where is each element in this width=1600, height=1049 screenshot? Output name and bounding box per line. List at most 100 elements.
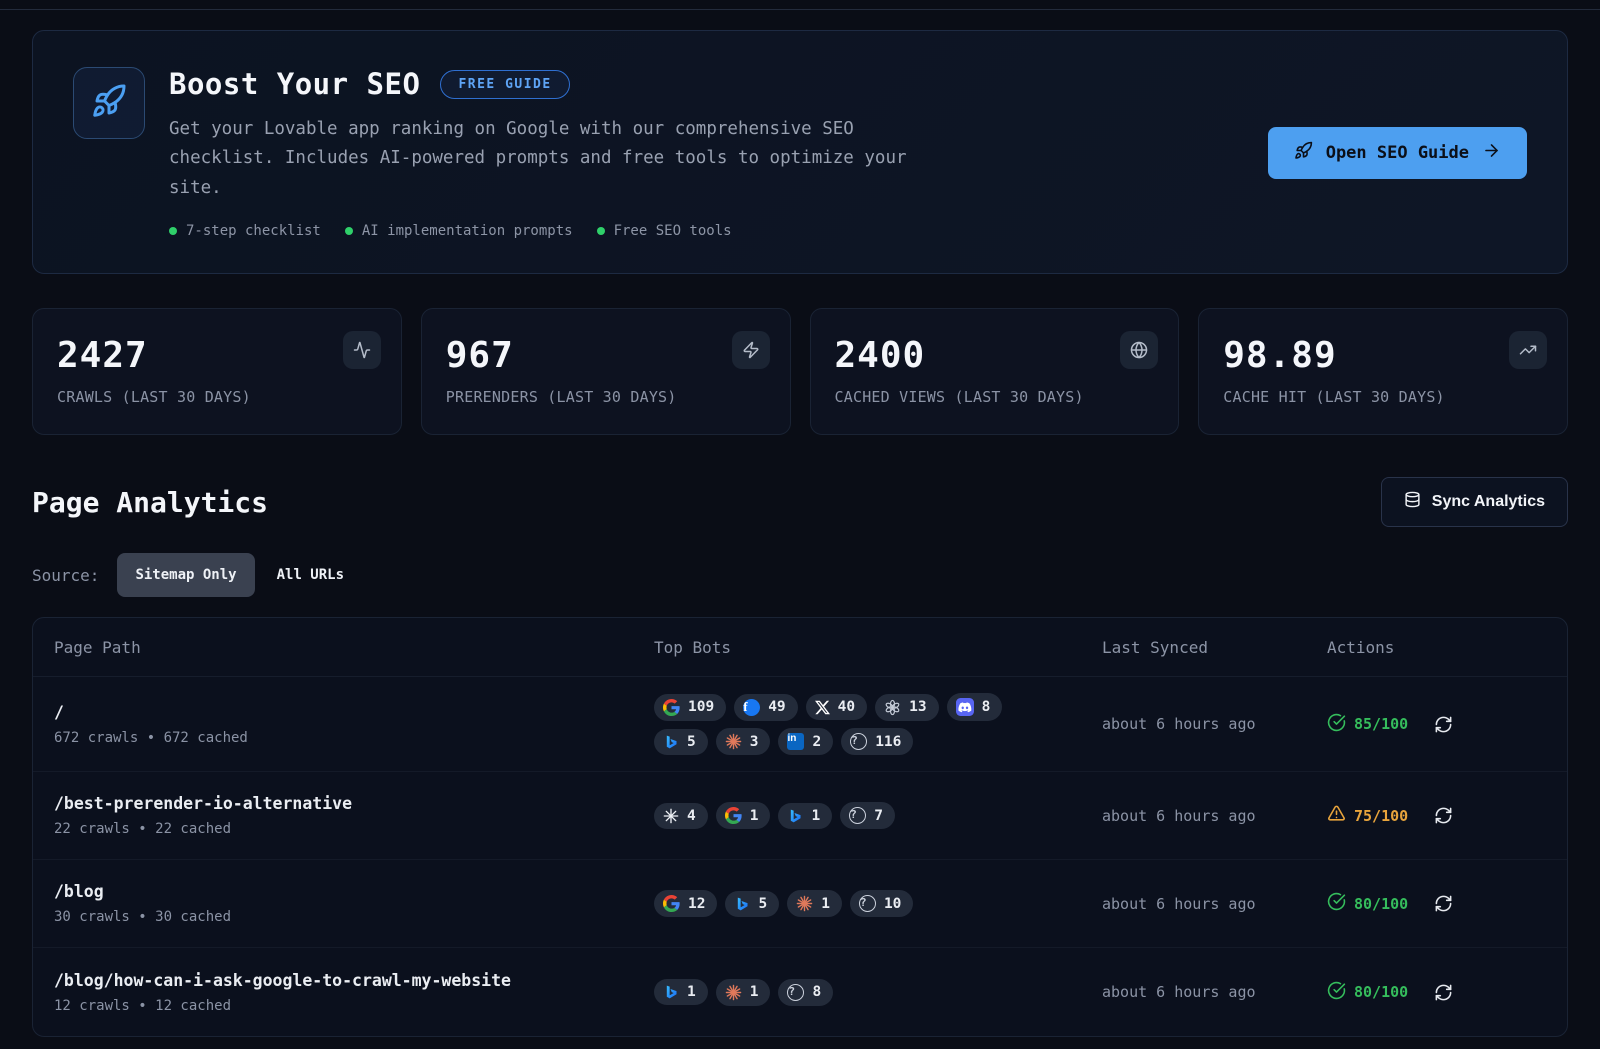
page-path: /blog/how-can-i-ask-google-to-crawl-my-w… (54, 971, 654, 990)
stat-label: CRAWLS (LAST 30 DAYS) (57, 388, 377, 406)
arrow-right-icon (1482, 141, 1501, 165)
page-path: /blog (54, 882, 654, 901)
bot-badge-bing: 5 (725, 891, 779, 917)
free-guide-badge: FREE GUIDE (440, 70, 569, 99)
page-analytics-table: Page Path Top Bots Last Synced Actions /… (32, 617, 1568, 1037)
seo-score: 80/100 (1327, 981, 1408, 1004)
stat-label: CACHE HIT (LAST 30 DAYS) (1223, 388, 1543, 406)
last-synced: about 6 hours ago (1102, 715, 1327, 733)
page-path-cell: /blog/how-can-i-ask-google-to-crawl-my-w… (54, 971, 654, 1014)
last-synced: about 6 hours ago (1102, 807, 1327, 825)
stat-card: 967 PRERENDERS (LAST 30 DAYS) (421, 308, 791, 435)
stat-card: 2400 CACHED VIEWS (LAST 30 DAYS) (810, 308, 1180, 435)
table-row[interactable]: / 672 crawls • 672 cached 109f494013853i… (33, 677, 1567, 772)
source-label: Source: (32, 566, 99, 585)
banner-description: Get your Lovable app ranking on Google w… (169, 115, 929, 203)
crawl-meta: 672 crawls • 672 cached (54, 730, 654, 746)
cta-label: Open SEO Guide (1326, 143, 1469, 163)
refresh-button[interactable] (1434, 806, 1453, 825)
table-row[interactable]: /best-prerender-io-alternative 22 crawls… (33, 772, 1567, 860)
actions-cell: 85/100 (1327, 713, 1567, 736)
score-value: 75/100 (1354, 807, 1408, 825)
bot-badge-google: 12 (654, 890, 717, 917)
banner-feature: AI implementation prompts (345, 223, 573, 239)
bot-badge-facebook: f49 (734, 694, 797, 721)
bot-count: 10 (884, 896, 901, 912)
sync-analytics-label: Sync Analytics (1432, 493, 1545, 511)
bot-badge-google: 1 (716, 802, 771, 829)
bot-badges: 11?8 (654, 979, 1059, 1006)
page-path-cell: /blog 30 crawls • 30 cached (54, 882, 654, 925)
stat-value: 967 (446, 335, 766, 376)
actions-cell: 80/100 (1327, 981, 1567, 1004)
bot-badge-other: ?8 (778, 979, 833, 1006)
banner-title: Boost Your SEO (169, 67, 420, 101)
crawl-meta: 30 crawls • 30 cached (54, 909, 654, 925)
top-divider (0, 0, 1600, 10)
seo-score: 80/100 (1327, 892, 1408, 915)
stat-label: PRERENDERS (LAST 30 DAYS) (446, 388, 766, 406)
bot-badges: 4 1 1 ?7 (654, 802, 1059, 829)
stat-label: CACHED VIEWS (LAST 30 DAYS) (835, 388, 1155, 406)
source-row: Source: Sitemap OnlyAll URLs (32, 553, 1568, 597)
stat-value: 98.89 (1223, 335, 1543, 376)
table-header: Page Path Top Bots Last Synced Actions (33, 618, 1567, 677)
bot-badge-bing: 5 (654, 729, 708, 755)
sync-analytics-button[interactable]: Sync Analytics (1381, 477, 1568, 527)
green-dot-icon (169, 227, 177, 235)
seo-banner: Boost Your SEO FREE GUIDE Get your Lovab… (32, 30, 1568, 274)
page-path-cell: /best-prerender-io-alternative 22 crawls… (54, 794, 654, 837)
bot-count: 109 (688, 699, 714, 715)
rocket-icon-box (73, 67, 145, 139)
bot-badge-other: ?10 (850, 890, 913, 917)
green-dot-icon (597, 227, 605, 235)
bot-count: 49 (768, 699, 785, 715)
col-header-top-bots: Top Bots (654, 638, 1102, 657)
bot-count: 7 (874, 808, 883, 824)
score-value: 85/100 (1354, 715, 1408, 733)
bot-count: 8 (982, 699, 991, 715)
source-option-sitemap-only[interactable]: Sitemap Only (117, 553, 254, 597)
bot-badge-other: ?7 (840, 802, 895, 829)
banner-feature: 7-step checklist (169, 223, 321, 239)
refresh-button[interactable] (1434, 894, 1453, 913)
bot-badge-google: 109 (654, 694, 726, 721)
bot-badge-perplexity: 4 (654, 803, 708, 829)
bot-count: 2 (812, 734, 821, 750)
banner-feature: Free SEO tools (597, 223, 732, 239)
bot-badge-anthropic: 3 (716, 728, 771, 755)
page-path: /best-prerender-io-alternative (54, 794, 654, 813)
bot-count: 12 (688, 896, 705, 912)
database-icon (1404, 491, 1421, 513)
open-seo-guide-button[interactable]: Open SEO Guide (1268, 127, 1527, 179)
page-analytics-header: Page Analytics Sync Analytics (32, 477, 1568, 527)
last-synced: about 6 hours ago (1102, 895, 1327, 913)
feature-label: Free SEO tools (614, 223, 732, 239)
seo-score: 75/100 (1327, 804, 1408, 827)
page-path-cell: / 672 crawls • 672 cached (54, 703, 654, 746)
rocket-icon (1294, 141, 1313, 165)
source-option-all-urls[interactable]: All URLs (259, 553, 362, 597)
stat-value: 2400 (835, 335, 1155, 376)
bot-badges: 1251?10 (654, 890, 1059, 917)
banner-features: 7-step checklist AI implementation prompt… (169, 223, 1244, 239)
bot-count: 4 (687, 808, 696, 824)
bot-count: 1 (811, 808, 820, 824)
refresh-button[interactable] (1434, 983, 1453, 1002)
bot-badge-other: ?116 (841, 728, 913, 755)
table-row[interactable]: /blog 30 crawls • 30 cached 1251?10 abou… (33, 860, 1567, 948)
warning-triangle-icon (1327, 804, 1346, 827)
bot-count: 1 (687, 984, 696, 1000)
green-dot-icon (345, 227, 353, 235)
bot-badges: 109f494013853in2?116 (654, 693, 1059, 755)
bot-count: 1 (750, 808, 759, 824)
check-circle-icon (1327, 981, 1346, 1004)
bot-count: 116 (875, 734, 901, 750)
table-row[interactable]: /blog/how-can-i-ask-google-to-crawl-my-w… (33, 948, 1567, 1036)
bot-count: 8 (812, 984, 821, 1000)
seo-score: 85/100 (1327, 713, 1408, 736)
refresh-button[interactable] (1434, 715, 1453, 734)
page-path: / (54, 703, 654, 722)
check-circle-icon (1327, 713, 1346, 736)
feature-label: 7-step checklist (186, 223, 321, 239)
